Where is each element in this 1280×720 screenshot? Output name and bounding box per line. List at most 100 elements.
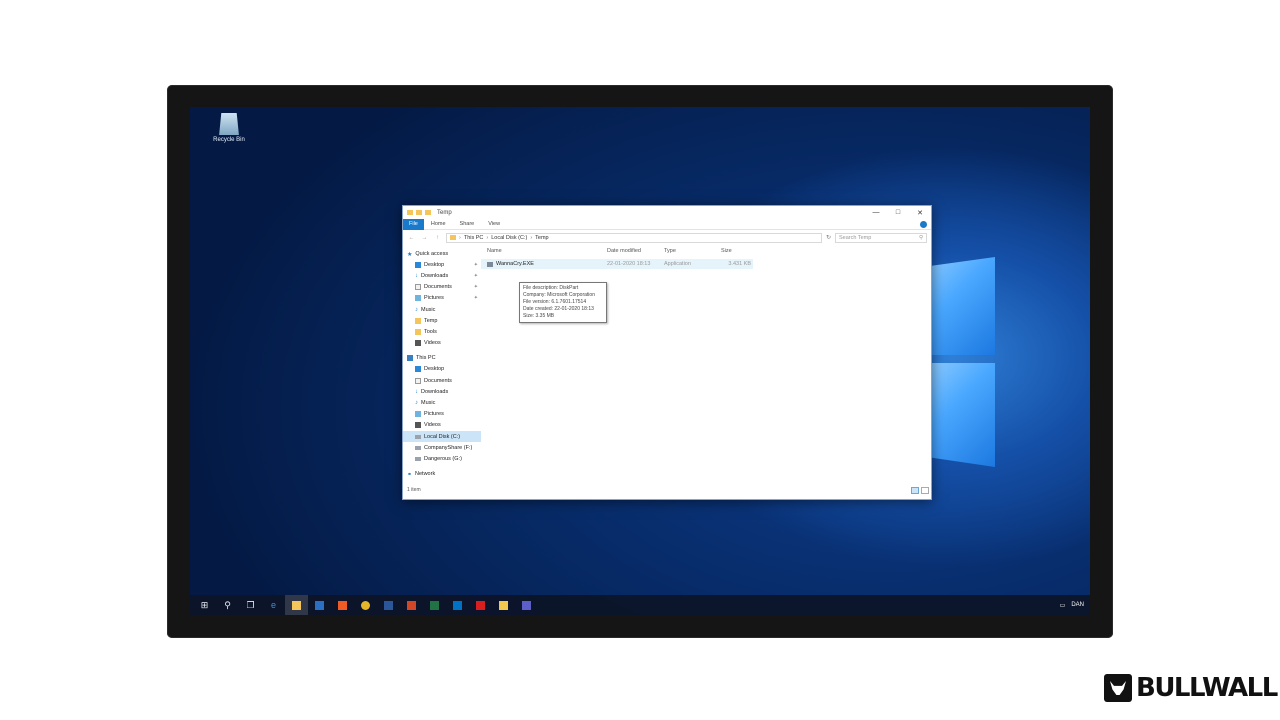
- file-row-wannacry[interactable]: WannaCry.EXE 22-01-2020 18:13 Applicatio…: [481, 259, 753, 269]
- word-icon: [384, 600, 393, 610]
- large-icons-view-button[interactable]: [921, 486, 929, 494]
- tooltip-description: File description: DiskPart: [523, 285, 579, 291]
- document-icon: [415, 377, 421, 384]
- tab-home[interactable]: Home: [424, 221, 453, 227]
- nav-pc-videos[interactable]: Videos: [403, 420, 481, 431]
- chrome-button[interactable]: [354, 595, 377, 615]
- nav-quick-music[interactable]: ♪ Music: [403, 304, 481, 315]
- title-bar[interactable]: Temp — □ ✕: [403, 206, 931, 219]
- column-date-modified[interactable]: Date modified: [607, 248, 664, 254]
- desktop-icon: [415, 366, 421, 373]
- music-icon: ♪: [415, 306, 418, 313]
- file-list: Name Date modified Type Size WannaCry.EX…: [481, 245, 931, 485]
- column-type[interactable]: Type: [664, 248, 721, 254]
- nav-local-disk[interactable]: Local Disk (C:): [403, 431, 481, 443]
- breadcrumb-local-disk[interactable]: Local Disk (C:): [491, 235, 527, 241]
- nav-pc-desktop[interactable]: Desktop: [403, 364, 481, 375]
- nav-quick-desktop[interactable]: Desktop ✦: [403, 259, 481, 270]
- recycle-bin-icon: [219, 113, 239, 135]
- search-box[interactable]: Search Temp ⚲: [835, 232, 927, 243]
- window-controls: — □ ✕: [865, 206, 931, 219]
- pin-icon: ✦: [473, 272, 478, 279]
- network-tray-icon[interactable]: ▭: [1060, 602, 1066, 609]
- folder-icon: [407, 210, 413, 215]
- nav-quick-access[interactable]: ★ Quick access: [403, 248, 481, 259]
- sticky-notes-button[interactable]: [492, 595, 515, 615]
- desktop: Recycle Bin Temp — □ ✕ File Home Share V…: [190, 107, 1090, 615]
- brand-name: BULLWALL: [1136, 673, 1278, 703]
- nav-quick-pictures[interactable]: Pictures ✦: [403, 293, 481, 304]
- sticky-notes-icon: [499, 600, 508, 610]
- powerpoint-button[interactable]: [400, 595, 423, 615]
- music-icon: ♪: [415, 400, 418, 407]
- maximize-button[interactable]: □: [887, 206, 909, 219]
- address-bar[interactable]: › This PC › Local Disk (C:) › Temp: [446, 232, 822, 243]
- nav-pc-documents[interactable]: Documents: [403, 375, 481, 386]
- new-folder-icon[interactable]: [425, 210, 431, 215]
- column-name[interactable]: Name: [487, 248, 607, 254]
- tab-view[interactable]: View: [481, 221, 507, 227]
- nav-network[interactable]: ⚭ Network: [403, 469, 481, 480]
- properties-icon[interactable]: [416, 210, 422, 215]
- recycle-bin-shortcut[interactable]: Recycle Bin: [202, 113, 256, 143]
- nav-quick-tools[interactable]: Tools: [403, 326, 481, 337]
- video-icon: [415, 422, 421, 429]
- start-button[interactable]: ⊞: [193, 595, 216, 615]
- column-headers: Name Date modified Type Size: [481, 245, 931, 256]
- video-frame: Recycle Bin Temp — □ ✕ File Home Share V…: [0, 0, 1280, 720]
- tab-file[interactable]: File: [403, 218, 424, 230]
- breadcrumb-temp[interactable]: Temp: [535, 235, 548, 241]
- edge-icon: e: [270, 600, 276, 610]
- taskbar: ⊞ ⚲ ❐ e ▭ DAN: [190, 595, 1090, 615]
- search-button[interactable]: ⚲: [216, 595, 239, 615]
- teams-button[interactable]: [515, 595, 538, 615]
- outlook-button[interactable]: [446, 595, 469, 615]
- folder-icon: [415, 328, 421, 335]
- up-button[interactable]: ↑: [433, 235, 442, 241]
- item-count: 1 item: [407, 487, 421, 493]
- edge-button[interactable]: e: [262, 595, 285, 615]
- nav-pc-pictures[interactable]: Pictures: [403, 409, 481, 420]
- desktop-icon: [415, 261, 421, 268]
- file-explorer-taskbar-button[interactable]: [285, 595, 308, 615]
- tab-share[interactable]: Share: [453, 221, 482, 227]
- minimize-button[interactable]: —: [865, 206, 887, 219]
- task-view-button[interactable]: ❐: [239, 595, 262, 615]
- teams-icon: [522, 600, 531, 610]
- nav-this-pc[interactable]: This PC: [403, 353, 481, 364]
- nav-quick-videos[interactable]: Videos: [403, 338, 481, 349]
- file-type: Application: [664, 261, 691, 267]
- refresh-icon[interactable]: ↻: [826, 234, 831, 241]
- file-explorer-window: Temp — □ ✕ File Home Share View ← → ↑ › …: [402, 205, 932, 500]
- app-button-1[interactable]: [308, 595, 331, 615]
- nav-quick-documents[interactable]: Documents ✦: [403, 282, 481, 293]
- outlook-icon: [453, 600, 462, 610]
- powerpoint-icon: [407, 600, 416, 610]
- file-date: 22-01-2020 18:13: [607, 261, 651, 267]
- nav-quick-temp[interactable]: Temp: [403, 315, 481, 326]
- breadcrumb-this-pc[interactable]: This PC: [464, 235, 484, 241]
- file-explorer-icon: [292, 600, 301, 610]
- details-view-button[interactable]: [911, 486, 919, 494]
- back-button[interactable]: ←: [407, 235, 416, 241]
- column-size[interactable]: Size: [721, 248, 751, 254]
- brave-button[interactable]: [331, 595, 354, 615]
- excel-button[interactable]: [423, 595, 446, 615]
- forward-button[interactable]: →: [420, 235, 429, 241]
- acrobat-button[interactable]: [469, 595, 492, 615]
- word-button[interactable]: [377, 595, 400, 615]
- nav-pc-downloads[interactable]: ↓ Downloads: [403, 386, 481, 397]
- status-bar: 1 item: [403, 485, 931, 495]
- nav-dangerous-drive[interactable]: Dangerous (G:): [403, 453, 481, 464]
- close-button[interactable]: ✕: [909, 206, 931, 219]
- computer-icon: [407, 355, 413, 362]
- nav-company-share[interactable]: CompanyShare (F:): [403, 442, 481, 453]
- nav-quick-downloads[interactable]: ↓ Downloads ✦: [403, 270, 481, 281]
- folder-icon: [450, 235, 456, 240]
- language-indicator[interactable]: DAN: [1071, 602, 1084, 608]
- window-title: Temp: [437, 209, 452, 216]
- nav-pc-music[interactable]: ♪ Music: [403, 397, 481, 408]
- help-icon[interactable]: [920, 220, 927, 228]
- bull-head-icon: [1104, 674, 1132, 702]
- download-icon: ↓: [415, 388, 418, 395]
